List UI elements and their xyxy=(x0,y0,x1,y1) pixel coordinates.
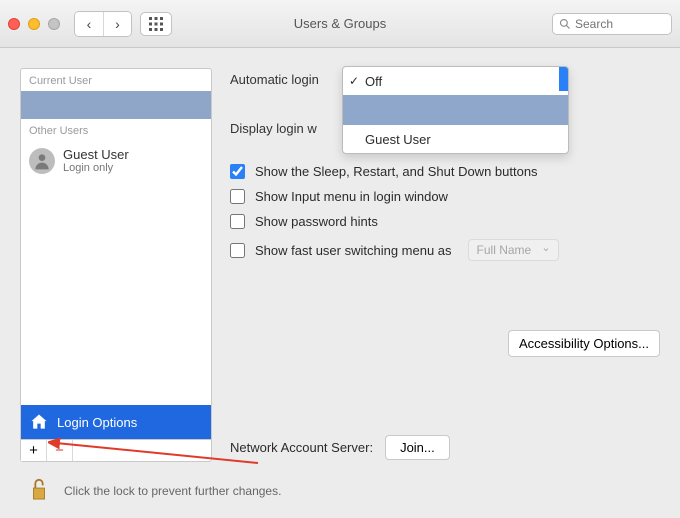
grid-icon xyxy=(149,17,163,31)
fast-switching-select[interactable]: Full Name xyxy=(468,239,559,261)
checkbox-input[interactable] xyxy=(230,189,245,204)
checkbox-label: Show fast user switching menu as xyxy=(255,243,452,258)
lock-icon[interactable] xyxy=(28,475,50,506)
accessibility-options-button[interactable]: Accessibility Options... xyxy=(508,330,660,357)
checkbox-fast-switching[interactable]: Show fast user switching menu as Full Na… xyxy=(230,239,660,261)
checkbox-input[interactable] xyxy=(230,243,245,258)
section-other-users: Other Users xyxy=(21,119,211,141)
display-login-label: Display login w xyxy=(230,121,317,136)
avatar-icon xyxy=(29,148,55,174)
network-server-label: Network Account Server: xyxy=(230,440,373,455)
search-icon xyxy=(559,18,571,30)
checkbox-label: Show the Sleep, Restart, and Shut Down b… xyxy=(255,164,538,179)
house-icon xyxy=(29,412,49,432)
settings-panel: Automatic login Display login w Off Gues… xyxy=(230,68,660,462)
remove-user-button[interactable]: − xyxy=(47,440,73,461)
window-title: Users & Groups xyxy=(294,16,386,31)
titlebar: ‹ › Users & Groups xyxy=(0,0,680,48)
user-name: Guest User xyxy=(63,147,129,162)
nav-buttons: ‹ › xyxy=(74,11,132,37)
login-options-row[interactable]: Login Options xyxy=(21,405,211,439)
dropdown-item-highlight[interactable] xyxy=(343,95,568,125)
join-button[interactable]: Join... xyxy=(385,435,450,460)
search-input[interactable] xyxy=(575,17,665,31)
checkbox-sleep-restart[interactable]: Show the Sleep, Restart, and Shut Down b… xyxy=(230,164,660,179)
section-current-user: Current User xyxy=(21,69,211,91)
checkbox-password-hints[interactable]: Show password hints xyxy=(230,214,660,229)
zoom-window-icon[interactable] xyxy=(48,18,60,30)
current-user-row[interactable] xyxy=(21,91,211,119)
close-window-icon[interactable] xyxy=(8,18,20,30)
lock-footer: Click the lock to prevent further change… xyxy=(28,475,281,506)
user-sub: Login only xyxy=(63,162,129,174)
window-controls xyxy=(8,18,60,30)
user-text: Guest User Login only xyxy=(63,147,129,174)
dropdown-item-off[interactable]: Off xyxy=(343,67,568,95)
lock-text: Click the lock to prevent further change… xyxy=(64,484,281,498)
checkbox-input[interactable] xyxy=(230,214,245,229)
add-user-button[interactable]: + xyxy=(21,440,47,461)
dropdown-item-guest[interactable]: Guest User xyxy=(343,125,568,153)
checkbox-input-menu[interactable]: Show Input menu in login window xyxy=(230,189,660,204)
users-sidebar: Current User Other Users Guest User Logi… xyxy=(20,68,212,462)
network-server-line: Network Account Server: Join... xyxy=(230,435,450,460)
minimize-window-icon[interactable] xyxy=(28,18,40,30)
fast-switching-select-wrap[interactable]: Full Name xyxy=(462,239,559,261)
forward-button[interactable]: › xyxy=(103,12,131,36)
show-all-button[interactable] xyxy=(140,12,172,36)
back-button[interactable]: ‹ xyxy=(75,12,103,36)
checkbox-label: Show Input menu in login window xyxy=(255,189,448,204)
login-options-label: Login Options xyxy=(57,415,137,430)
add-remove-bar: + − xyxy=(21,439,211,461)
user-row-guest[interactable]: Guest User Login only xyxy=(21,141,211,180)
checkbox-label: Show password hints xyxy=(255,214,378,229)
automatic-login-dropdown[interactable]: Off Guest User xyxy=(342,66,569,154)
search-field[interactable] xyxy=(552,13,672,35)
automatic-login-label: Automatic login xyxy=(230,72,319,87)
checkbox-input[interactable] xyxy=(230,164,245,179)
